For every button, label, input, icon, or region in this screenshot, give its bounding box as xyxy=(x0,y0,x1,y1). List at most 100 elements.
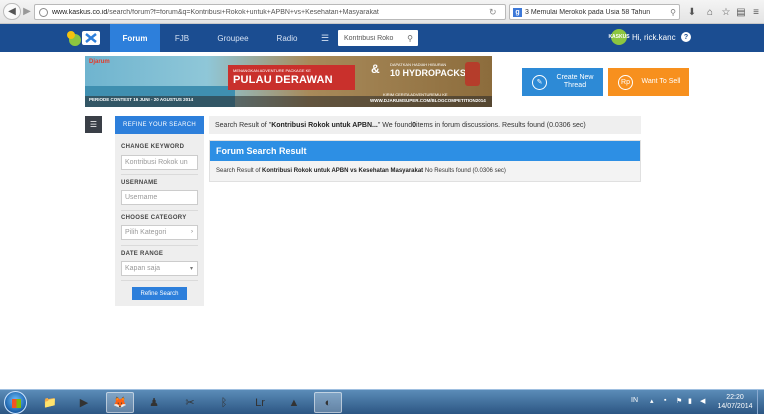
rupiah-icon: Rp xyxy=(618,74,633,90)
network-icon[interactable]: ▮ xyxy=(688,397,692,405)
kaskus-logo[interactable] xyxy=(66,27,104,49)
banner-ampersand: & xyxy=(371,62,380,76)
tray-app-icon[interactable]: ▪ xyxy=(664,397,666,404)
chevron-down-icon: ▾ xyxy=(189,266,193,272)
url-text: www.kaskus.co.id/search/forum?f=forum&q=… xyxy=(52,9,379,16)
media-player-icon[interactable]: ▶ xyxy=(70,392,98,413)
refine-sidebar: CHANGE KEYWORD Kontribusi Rokok un USERN… xyxy=(115,134,204,306)
explorer-icon[interactable]: 📁 xyxy=(36,392,64,413)
clock-date: 14/07/2014 xyxy=(717,403,753,410)
panel-body: Search Result of Kontribusi Rokok untuk … xyxy=(216,168,506,174)
search-icon[interactable]: ⚲ xyxy=(670,8,676,17)
url-host: www.kaskus.co.id xyxy=(52,8,108,16)
list-menu-icon[interactable]: ☰ xyxy=(321,33,329,44)
username-input[interactable]: Username xyxy=(121,190,198,205)
username-label: USERNAME xyxy=(121,180,158,186)
list-icon: ☰ xyxy=(89,120,98,129)
banner-prize-sub: DAPATKAN HADIAH HIBURAN xyxy=(390,62,447,67)
summary-mid: " We found xyxy=(377,121,413,129)
create-thread-label: Create New Thread xyxy=(556,74,594,89)
app-icon[interactable]: ♟ xyxy=(140,392,168,413)
banner-headline-box: MENANGKAN ADVENTURE PACKAGE KE PULAU DER… xyxy=(228,65,355,90)
help-icon[interactable]: ? xyxy=(681,32,691,42)
body-query: Kontribusi Rokok untuk APBN vs Kesehatan… xyxy=(262,168,424,174)
tab-fjb[interactable]: FJB xyxy=(164,24,200,52)
vlc-icon[interactable]: ▲ xyxy=(280,392,308,413)
tray-expand-icon[interactable]: ▴ xyxy=(650,397,654,405)
tab-groupee[interactable]: Groupee xyxy=(206,24,260,52)
divider xyxy=(121,174,198,175)
avatar[interactable]: KASKUS xyxy=(608,29,630,45)
bluetooth-icon[interactable]: ᛒ xyxy=(210,392,238,413)
user-greeting[interactable]: Hi, rick.kanc xyxy=(632,33,676,42)
site-search-value: Kontribusi Roko xyxy=(344,34,394,42)
active-app-icon[interactable]: ◐ xyxy=(314,392,342,413)
start-button[interactable] xyxy=(4,391,27,414)
reload-icon[interactable]: ↻ xyxy=(489,7,497,18)
tab-forum[interactable]: Forum xyxy=(110,24,160,52)
show-desktop-button[interactable] xyxy=(757,390,764,414)
banner-kirim-text: KIRIM CERITA ADVENTUREMU KE xyxy=(383,92,448,97)
create-thread-button[interactable]: ✎ Create New Thread xyxy=(522,68,603,96)
windows-taskbar: 📁 ▶ 🦊 ♟ ✂ ᛒ Lr ▲ ◐ IN ▴ ▪ ⚑ ▮ ◀ 22:20 14… xyxy=(0,389,764,414)
lightroom-icon[interactable]: Lr xyxy=(246,392,274,413)
backpack-image xyxy=(465,62,480,86)
choose-category-label: CHOOSE CATEGORY xyxy=(121,215,187,221)
summary-query: Kontribusi Rokok untuk APBN... xyxy=(271,121,378,129)
home-icon[interactable]: ⌂ xyxy=(702,4,718,20)
body-suffix: No Results found (0.0306 sec) xyxy=(423,168,506,174)
tool-icon[interactable]: ✂ xyxy=(176,392,204,413)
url-path: /search/forum?f=forum&q=Kontribusi+Rokok… xyxy=(107,8,379,16)
date-range-select[interactable]: Kapan saja ▾ xyxy=(121,261,198,276)
flag-icon[interactable]: ⚑ xyxy=(676,397,682,405)
date-range-label: DATE RANGE xyxy=(121,251,164,257)
divider xyxy=(121,280,198,281)
site-header: Forum FJB Groupee Radio ☰ Kontribusi Rok… xyxy=(0,24,764,52)
windows-logo-icon xyxy=(12,399,21,408)
clock[interactable]: 22:20 14/07/2014 xyxy=(716,393,754,411)
bookmark-star-icon[interactable]: ☆ xyxy=(718,4,734,20)
refine-search-button[interactable]: Refine Search xyxy=(132,287,187,300)
clipboard-icon[interactable]: ▤ xyxy=(733,4,749,20)
address-bar[interactable]: www.kaskus.co.id/search/forum?f=forum&q=… xyxy=(34,4,506,20)
browser-search-text: 3 Memulai Merokok pada Usia 58 Tahun xyxy=(525,8,651,16)
volume-icon[interactable]: ◀ xyxy=(700,397,705,405)
banner-brand-logo: Djarum xyxy=(89,59,110,65)
banner-period-text: PERIODE CONTEST 16 JUNI - 20 AGUSTUS 201… xyxy=(89,97,194,102)
download-icon[interactable]: ⬇ xyxy=(684,4,700,20)
tab-radio[interactable]: Radio xyxy=(266,24,308,52)
summary-prefix: Search Result of " xyxy=(215,121,272,129)
divider xyxy=(121,210,198,211)
pencil-icon: ✎ xyxy=(532,74,547,90)
keyword-input[interactable]: Kontribusi Rokok un xyxy=(121,155,198,170)
body-prefix: Search Result of xyxy=(216,168,263,174)
want-to-sell-button[interactable]: Rp Want To Sell xyxy=(608,68,689,96)
change-keyword-label: CHANGE KEYWORD xyxy=(121,144,185,150)
banner-main-text: PULAU DERAWAN xyxy=(233,74,333,86)
banner-ad[interactable]: Djarum MENANGKAN ADVENTURE PACKAGE KE PU… xyxy=(85,56,492,107)
chevron-right-icon: › xyxy=(191,229,193,235)
date-range-value: Kapan saja xyxy=(125,265,161,272)
forward-button[interactable]: ▶ xyxy=(20,3,34,20)
forum-search-result-panel: Forum Search Result Search Result of Kon… xyxy=(209,140,641,182)
globe-icon xyxy=(39,7,48,17)
search-summary: Search Result of " Kontribusi Rokok untuk… xyxy=(209,116,641,134)
toggle-sidebar-button[interactable]: ☰ xyxy=(85,116,102,133)
refine-search-tab[interactable]: REFINE YOUR SEARCH xyxy=(115,116,204,134)
search-icon[interactable]: ⚲ xyxy=(407,34,413,43)
back-button[interactable]: ◀ xyxy=(3,3,21,20)
forward-arrow-icon: ▶ xyxy=(23,6,31,17)
category-select[interactable]: Pilih Kategori › xyxy=(121,225,198,240)
language-indicator[interactable]: IN xyxy=(631,397,638,404)
browser-toolbar: ◀ ▶ www.kaskus.co.id/search/forum?f=foru… xyxy=(0,0,764,24)
category-value: Pilih Kategori xyxy=(125,229,167,236)
banner-url-text: WWW.DJARUMSUPER.COM/BLOGCOMPETITION2014 xyxy=(370,98,486,103)
browser-search-box[interactable]: g 3 Memulai Merokok pada Usia 58 Tahun ⚲ xyxy=(509,4,680,20)
site-search-input[interactable]: Kontribusi Roko ⚲ xyxy=(338,30,418,46)
want-to-sell-label: Want To Sell xyxy=(641,78,681,85)
menu-icon[interactable]: ≡ xyxy=(748,4,764,20)
banner-prize-text: 10 HYDROPACKS xyxy=(390,68,466,78)
firefox-icon[interactable]: 🦊 xyxy=(106,392,134,413)
panel-title: Forum Search Result xyxy=(210,141,640,161)
divider xyxy=(121,245,198,246)
